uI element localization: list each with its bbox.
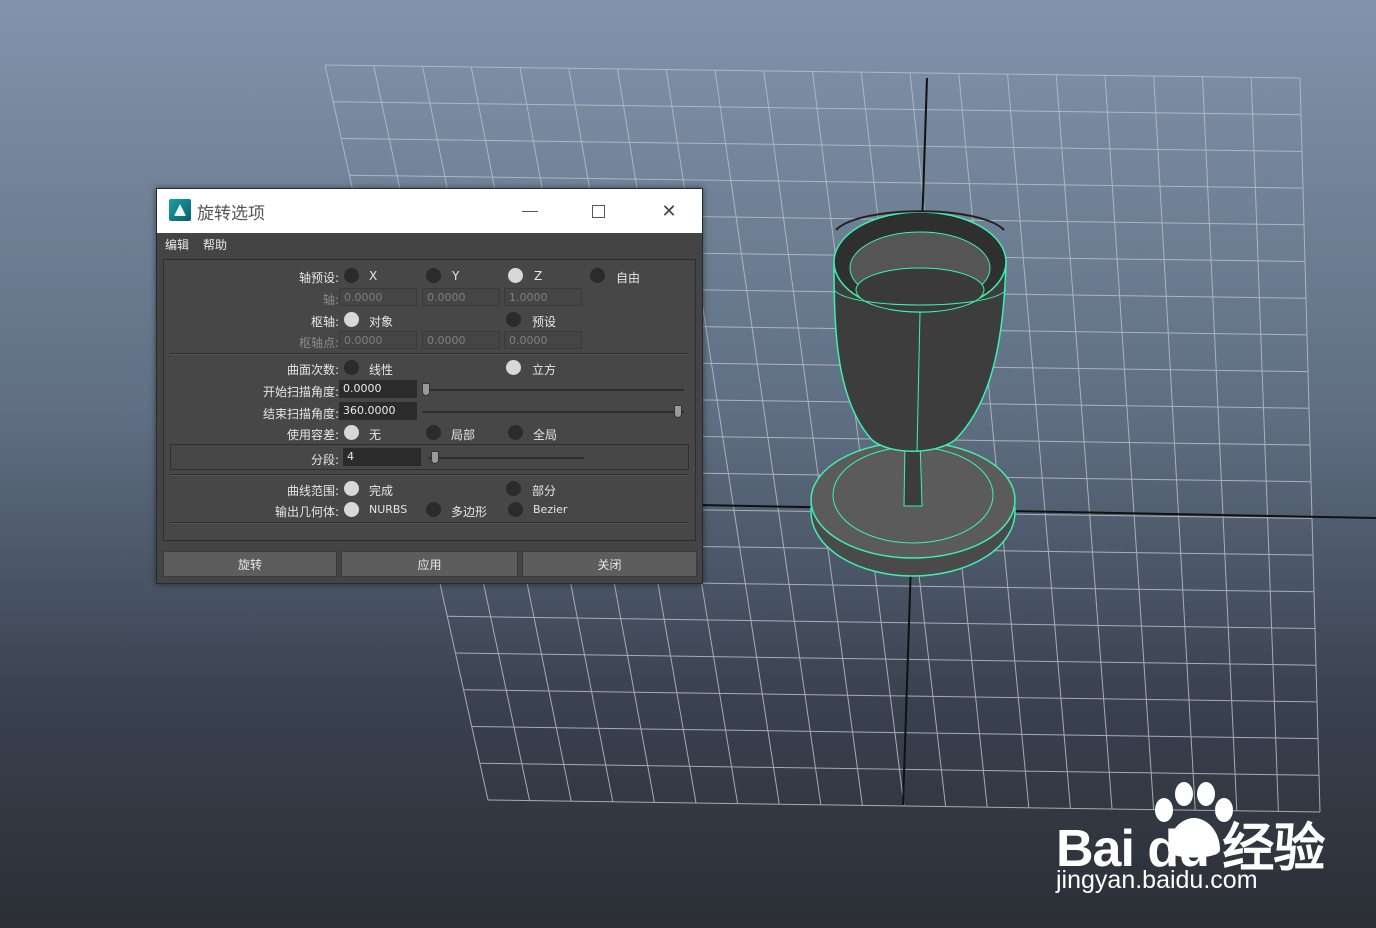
start-sweep-slider-thumb[interactable] bbox=[422, 383, 430, 396]
separator bbox=[170, 353, 689, 355]
radio-axis-z[interactable] bbox=[508, 268, 523, 283]
radio-axis-y-label: Y bbox=[452, 269, 460, 283]
radio-output-bezier[interactable] bbox=[508, 502, 523, 517]
axis-row: 轴: 0.0000 0.0000 1.0000 bbox=[164, 288, 695, 308]
axis-y-field: 0.0000 bbox=[422, 288, 500, 306]
radio-pivot-object[interactable] bbox=[344, 312, 359, 327]
end-sweep-slider-track[interactable] bbox=[422, 411, 684, 413]
curve-range-label: 曲线范围: bbox=[286, 484, 339, 498]
title-bar[interactable]: 旋转选项 ✕ bbox=[157, 189, 702, 233]
minimize-icon bbox=[522, 210, 538, 212]
axis-x-field: 0.0000 bbox=[339, 288, 417, 306]
radio-tolerance-local-label: 局部 bbox=[451, 428, 476, 442]
axis-label: 轴: bbox=[322, 293, 339, 307]
segments-slider-track[interactable] bbox=[428, 457, 584, 459]
dialog-title: 旋转选项 bbox=[197, 204, 265, 224]
segments-label: 分段: bbox=[310, 453, 339, 467]
menu-help[interactable]: 帮助 bbox=[203, 236, 227, 253]
radio-axis-free[interactable] bbox=[590, 268, 605, 283]
start-sweep-slider-track[interactable] bbox=[424, 389, 684, 391]
radio-output-nurbs-label: NURBS bbox=[369, 503, 408, 516]
pivot-point-z-field: 0.0000 bbox=[504, 331, 582, 349]
radio-pivot-preset[interactable] bbox=[506, 312, 521, 327]
pivot-point-row: 枢轴点: 0.0000 0.0000 0.0000 bbox=[164, 331, 695, 351]
minimize-button[interactable] bbox=[515, 197, 545, 225]
radio-range-partial-label: 部分 bbox=[532, 484, 557, 498]
radio-tolerance-none[interactable] bbox=[344, 425, 359, 440]
radio-degree-linear-label: 线性 bbox=[369, 363, 394, 377]
goblet-model[interactable] bbox=[810, 210, 1016, 577]
baidu-watermark: Bai du 经验 jingyan.baidu.com bbox=[1056, 780, 1356, 900]
end-sweep-field[interactable]: 360.0000 bbox=[339, 402, 417, 420]
axis-preset-label: 轴预设: bbox=[298, 271, 339, 285]
menu-edit[interactable]: 编辑 bbox=[165, 236, 189, 253]
output-geometry-row: 输出几何体: NURBS 多边形 Bezier bbox=[164, 500, 695, 520]
revolve-options-dialog: 旋转选项 ✕ 编辑 帮助 轴预设: X Y Z 自由 轴: 0.0000 0.0… bbox=[156, 188, 703, 584]
radio-tolerance-none-label: 无 bbox=[369, 428, 382, 442]
radio-axis-free-label: 自由 bbox=[616, 271, 641, 285]
radio-tolerance-local[interactable] bbox=[426, 425, 441, 440]
output-geometry-label: 输出几何体: bbox=[274, 505, 339, 519]
radio-output-bezier-label: Bezier bbox=[533, 503, 568, 516]
pivot-label: 枢轴: bbox=[310, 315, 339, 329]
maximize-icon bbox=[591, 204, 605, 218]
radio-pivot-object-label: 对象 bbox=[369, 315, 394, 329]
end-sweep-row: 结束扫描角度: 360.0000 bbox=[164, 402, 695, 422]
segments-field[interactable]: 4 bbox=[343, 448, 421, 466]
end-sweep-label: 结束扫描角度: bbox=[262, 407, 339, 421]
radio-output-polygon[interactable] bbox=[426, 502, 441, 517]
radio-degree-linear[interactable] bbox=[344, 360, 359, 375]
radio-pivot-preset-label: 预设 bbox=[532, 315, 557, 329]
dialog-button-bar: 旋转 应用 关闭 bbox=[163, 551, 697, 577]
maya-app-icon bbox=[169, 199, 191, 221]
start-sweep-label: 开始扫描角度: bbox=[262, 385, 339, 399]
pivot-row: 枢轴: 对象 预设 bbox=[164, 310, 695, 330]
axis-z-field: 1.0000 bbox=[504, 288, 582, 306]
maximize-button[interactable] bbox=[583, 197, 613, 225]
pivot-point-label: 枢轴点: bbox=[298, 336, 339, 350]
options-panel: 轴预设: X Y Z 自由 轴: 0.0000 0.0000 1.0000 枢轴… bbox=[163, 259, 696, 541]
radio-axis-z-label: Z bbox=[534, 269, 543, 283]
close-button[interactable]: 关闭 bbox=[522, 551, 697, 577]
radio-output-nurbs[interactable] bbox=[344, 502, 359, 517]
pivot-point-y-field: 0.0000 bbox=[422, 331, 500, 349]
pivot-point-x-field: 0.0000 bbox=[339, 331, 417, 349]
curve-range-row: 曲线范围: 完成 部分 bbox=[164, 479, 695, 499]
radio-axis-x[interactable] bbox=[344, 268, 359, 283]
revolve-button[interactable]: 旋转 bbox=[163, 551, 337, 577]
watermark-url: jingyan.baidu.com bbox=[1056, 866, 1258, 894]
end-sweep-slider-thumb[interactable] bbox=[674, 405, 682, 418]
segments-slider-thumb[interactable] bbox=[431, 451, 439, 464]
separator bbox=[170, 522, 689, 524]
separator bbox=[170, 474, 689, 476]
segments-row: 分段: 4 bbox=[164, 448, 695, 468]
radio-axis-x-label: X bbox=[369, 269, 378, 283]
radio-degree-cubic-label: 立方 bbox=[532, 363, 557, 377]
apply-button[interactable]: 应用 bbox=[341, 551, 518, 577]
start-sweep-field[interactable]: 0.0000 bbox=[339, 380, 417, 398]
tolerance-row: 使用容差: 无 局部 全局 bbox=[164, 423, 695, 443]
radio-range-partial[interactable] bbox=[506, 481, 521, 496]
surface-degree-label: 曲面次数: bbox=[286, 363, 339, 377]
surface-degree-row: 曲面次数: 线性 立方 bbox=[164, 358, 695, 378]
close-window-button[interactable]: ✕ bbox=[654, 197, 684, 225]
menu-bar: 编辑 帮助 bbox=[157, 233, 702, 255]
radio-tolerance-global[interactable] bbox=[508, 425, 523, 440]
radio-degree-cubic[interactable] bbox=[506, 360, 521, 375]
close-icon: ✕ bbox=[661, 200, 677, 222]
radio-range-complete[interactable] bbox=[344, 481, 359, 496]
start-sweep-row: 开始扫描角度: 0.0000 bbox=[164, 380, 695, 400]
radio-axis-y[interactable] bbox=[426, 268, 441, 283]
radio-tolerance-global-label: 全局 bbox=[533, 428, 558, 442]
axis-preset-row: 轴预设: X Y Z 自由 bbox=[164, 266, 695, 286]
radio-output-polygon-label: 多边形 bbox=[451, 505, 488, 519]
tolerance-label: 使用容差: bbox=[286, 428, 339, 442]
radio-range-complete-label: 完成 bbox=[369, 484, 394, 498]
